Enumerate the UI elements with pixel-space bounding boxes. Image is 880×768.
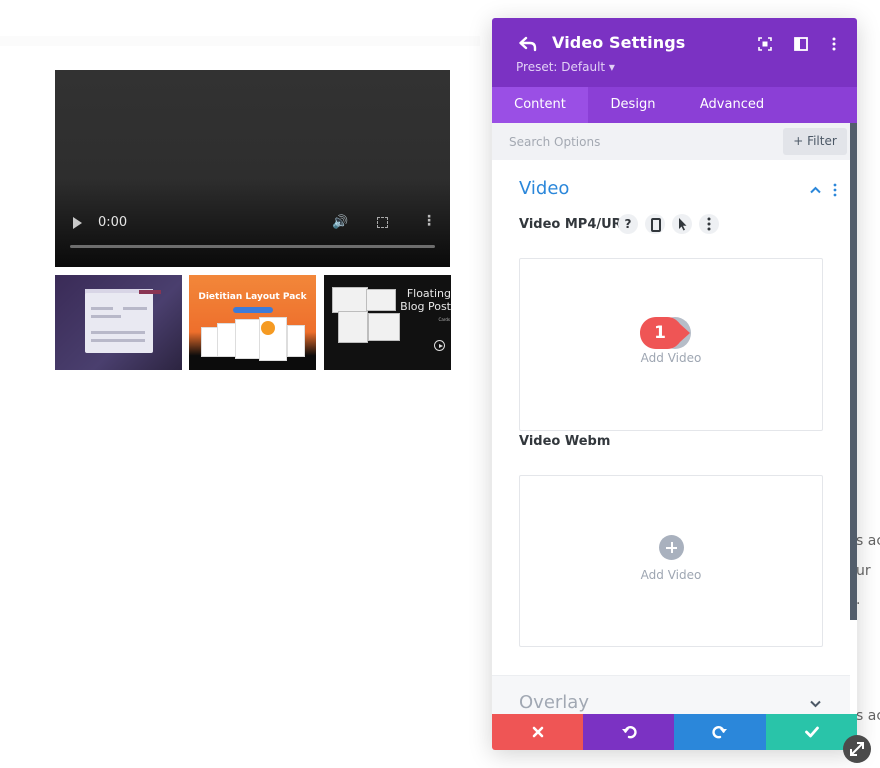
page-text-fragment: s ac xyxy=(856,708,880,724)
thumb-line xyxy=(123,307,147,310)
expand-icon[interactable] xyxy=(758,37,772,51)
tab-design[interactable]: Design xyxy=(588,87,678,123)
modal-title: Video Settings xyxy=(552,33,686,52)
thumb-page xyxy=(235,319,261,359)
section-title-overlay[interactable]: Overlay xyxy=(519,692,589,713)
thumb-page xyxy=(332,287,368,313)
play-icon[interactable] xyxy=(73,217,82,229)
field-label-video-mp4: Video MP4/URL xyxy=(519,217,630,232)
search-input[interactable] xyxy=(509,130,749,154)
preset-selector[interactable]: Preset: Default ▾ xyxy=(516,60,615,74)
hover-cursor-icon[interactable] xyxy=(672,214,692,234)
modal-tabs: Content Design Advanced xyxy=(492,87,857,123)
thumbnail-3[interactable]: Floating Blog Post Cards xyxy=(324,275,451,370)
help-icon[interactable]: ? xyxy=(618,214,638,234)
modal-body: Video Video MP4/URL ? Add Video 1 Video … xyxy=(492,160,850,731)
filter-button[interactable]: + Filter xyxy=(783,128,847,155)
thumb-page xyxy=(217,323,237,357)
redo-icon xyxy=(712,726,727,739)
cancel-button[interactable] xyxy=(492,714,583,750)
modal-header: Video Settings Preset: Default ▾ xyxy=(492,18,857,87)
tab-content[interactable]: Content xyxy=(492,87,588,123)
fullscreen-icon[interactable] xyxy=(377,217,388,228)
undo-icon xyxy=(621,726,637,739)
section-title-video[interactable]: Video xyxy=(519,178,569,199)
more-options-icon[interactable] xyxy=(827,37,841,51)
video-webm-upload[interactable]: Add Video xyxy=(519,475,823,647)
page-background-band xyxy=(0,36,480,46)
page-text-fragment: s ac xyxy=(856,533,880,549)
resize-arrows-icon xyxy=(850,742,864,756)
undo-button[interactable] xyxy=(583,714,674,750)
step-badge: 1 xyxy=(639,316,691,350)
chevron-down-icon[interactable] xyxy=(810,700,821,708)
thumb-fruit xyxy=(261,321,275,335)
split-view-icon[interactable] xyxy=(794,37,808,51)
thumb-page xyxy=(368,313,400,341)
thumb-subtitle: Cards xyxy=(438,317,450,322)
video-player[interactable]: 0:00 🔊 ⋮ xyxy=(55,70,450,267)
add-video-icon[interactable] xyxy=(659,535,684,560)
back-arrow-icon[interactable] xyxy=(519,36,537,52)
tab-advanced[interactable]: Advanced xyxy=(678,87,786,123)
thumb-line xyxy=(91,331,145,334)
video-progress-bar[interactable] xyxy=(70,245,435,248)
search-bar: + Filter xyxy=(492,123,857,160)
thumb-line xyxy=(91,315,121,318)
scrollbar[interactable] xyxy=(850,123,857,620)
thumb-button xyxy=(233,307,273,313)
video-mp4-upload[interactable]: Add Video 1 xyxy=(519,258,823,431)
video-time: 0:00 xyxy=(98,215,128,230)
volume-icon[interactable]: 🔊 xyxy=(332,215,348,230)
page-text-fragment: ur xyxy=(856,563,871,579)
thumb-card xyxy=(85,293,153,353)
play-icon xyxy=(434,340,445,351)
mobile-device-icon[interactable] xyxy=(645,214,665,234)
thumb-line xyxy=(91,307,113,310)
field-options-icon[interactable] xyxy=(699,214,719,234)
section-options-icon[interactable] xyxy=(833,183,837,197)
field-label-video-webm: Video Webm xyxy=(519,434,611,449)
redo-button[interactable] xyxy=(674,714,766,750)
thumb-line xyxy=(91,339,145,342)
more-options-icon[interactable]: ⋮ xyxy=(422,213,436,229)
close-icon xyxy=(532,726,543,738)
thumbnail-2[interactable]: Dietitian Layout Pack xyxy=(189,275,316,370)
resize-handle[interactable] xyxy=(843,735,871,763)
video-settings-modal: Video Settings Preset: Default ▾ Content… xyxy=(492,18,857,750)
thumb-page xyxy=(338,311,368,343)
thumb-title: Dietitian Layout Pack xyxy=(198,292,307,302)
thumb-page xyxy=(366,289,396,311)
help-glyph: ? xyxy=(624,217,632,231)
check-icon xyxy=(804,726,819,738)
add-video-label[interactable]: Add Video xyxy=(520,568,822,582)
add-video-label[interactable]: Add Video xyxy=(520,351,822,365)
thumbnail-1[interactable] xyxy=(55,275,182,370)
thumb-accent-bar xyxy=(139,290,161,294)
thumb-page xyxy=(287,325,305,357)
chevron-up-icon[interactable] xyxy=(810,186,821,194)
thumb-title: Floating Blog Post xyxy=(400,287,451,313)
modal-footer xyxy=(492,714,857,750)
step-badge-number: 1 xyxy=(654,323,666,343)
